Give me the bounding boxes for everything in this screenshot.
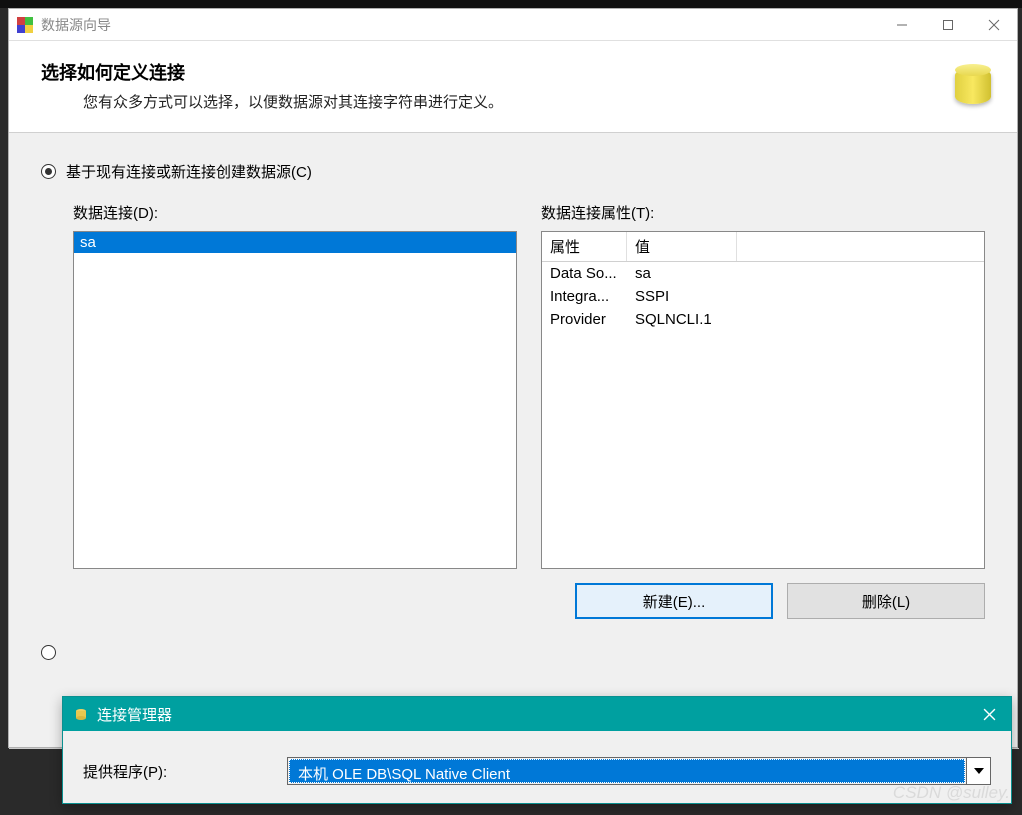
wizard-title: 选择如何定义连接: [41, 59, 949, 85]
radio-icon: [41, 645, 56, 660]
combobox-value: 本机 OLE DB\SQL Native Client: [289, 759, 965, 783]
prop-attr: Provider: [542, 308, 627, 331]
maximize-button[interactable]: [925, 10, 971, 40]
datasource-icon: [949, 62, 997, 110]
prop-attr: Integra...: [542, 285, 627, 308]
table-row: Provider SQLNCLI.1: [542, 308, 984, 331]
connections-label: 数据连接(D):: [73, 202, 517, 223]
titlebar[interactable]: 数据源向导: [9, 9, 1017, 41]
chevron-down-icon[interactable]: [966, 758, 990, 784]
table-row: Data So... sa: [542, 262, 984, 285]
provider-label: 提供程序(P):: [83, 761, 263, 782]
radio-secondary[interactable]: [41, 645, 985, 660]
properties-grid[interactable]: 属性 值 Data So... sa Integra... SSPI Provi…: [541, 231, 985, 569]
grid-header: 属性 值: [542, 232, 984, 262]
header-val[interactable]: 值: [627, 232, 737, 261]
sub-body: 提供程序(P): 本机 OLE DB\SQL Native Client: [63, 731, 1011, 803]
prop-attr: Data So...: [542, 262, 627, 285]
new-button[interactable]: 新建(E)...: [575, 583, 773, 619]
wizard-header: 选择如何定义连接 您有众多方式可以选择，以便数据源对其连接字符串进行定义。: [9, 41, 1017, 133]
wizard-window: 数据源向导 选择如何定义连接 您有众多方式可以选择，以便数据源对其连接字符串进行…: [8, 8, 1018, 748]
window-controls: [879, 10, 1017, 40]
header-attr[interactable]: 属性: [542, 232, 627, 261]
delete-button[interactable]: 删除(L): [787, 583, 985, 619]
radio-icon: [41, 164, 56, 179]
sub-titlebar[interactable]: 连接管理器: [63, 697, 1011, 731]
wizard-subtitle: 您有众多方式可以选择，以便数据源对其连接字符串进行定义。: [41, 91, 949, 112]
table-row: Integra... SSPI: [542, 285, 984, 308]
window-title: 数据源向导: [41, 15, 879, 35]
radio-create-from-connection[interactable]: 基于现有连接或新连接创建数据源(C): [41, 161, 985, 182]
prop-val: SSPI: [627, 285, 984, 308]
list-item[interactable]: sa: [74, 232, 516, 253]
prop-val: SQLNCLI.1: [627, 308, 984, 331]
close-button[interactable]: [971, 10, 1017, 40]
radio-label: 基于现有连接或新连接创建数据源(C): [66, 161, 312, 182]
connection-icon: [73, 706, 89, 722]
minimize-button[interactable]: [879, 10, 925, 40]
app-icon: [17, 17, 33, 33]
prop-val: sa: [627, 262, 984, 285]
header-spacer: [737, 232, 984, 261]
connections-listbox[interactable]: sa: [73, 231, 517, 569]
provider-combobox[interactable]: 本机 OLE DB\SQL Native Client: [287, 757, 991, 785]
connection-manager-window: 连接管理器 提供程序(P): 本机 OLE DB\SQL Native Clie…: [62, 696, 1012, 804]
wizard-body: 基于现有连接或新连接创建数据源(C) 数据连接(D): sa 数据连接属性(T)…: [9, 133, 1017, 680]
sub-window-title: 连接管理器: [97, 704, 967, 725]
properties-label: 数据连接属性(T):: [541, 202, 985, 223]
taskbar-fragment: [0, 0, 1022, 8]
sub-close-button[interactable]: [967, 697, 1011, 731]
